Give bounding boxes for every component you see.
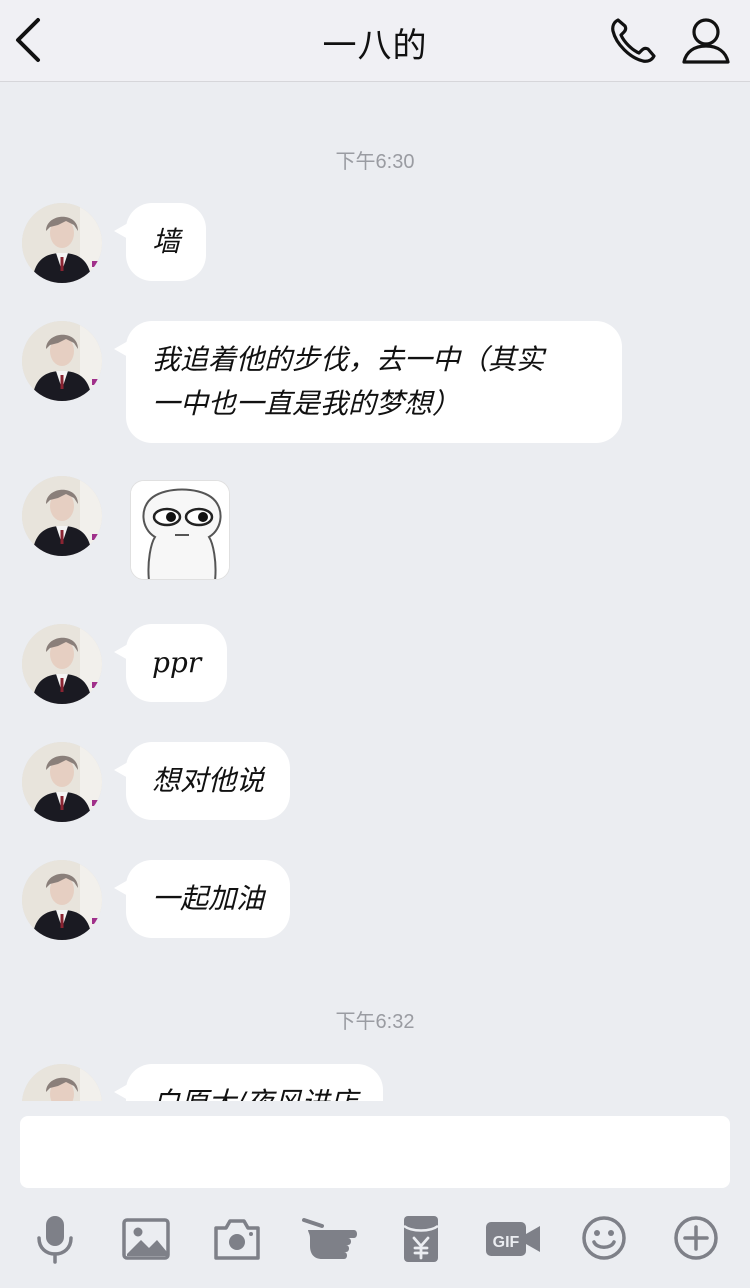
- image-icon[interactable]: [121, 1214, 171, 1264]
- plus-icon[interactable]: [672, 1214, 720, 1262]
- svg-text:GIF: GIF: [493, 1234, 520, 1251]
- chat-message-list[interactable]: 下午6:30 墙 我追着他的步伐，去一中（其实 一中也一直是我的梦想） ppr …: [0, 83, 750, 1101]
- gif-icon[interactable]: GIF: [484, 1214, 542, 1264]
- message-bubble[interactable]: 白原大/夜风进店: [113, 1064, 384, 1101]
- person-icon[interactable]: [680, 14, 732, 68]
- message-line: 一中也一直是我的梦想）: [152, 387, 461, 420]
- message-bubble[interactable]: 墙: [113, 203, 207, 281]
- message-bubble[interactable]: 想对他说: [113, 742, 291, 820]
- avatar[interactable]: [22, 1064, 102, 1101]
- meme-face-sticker[interactable]: [130, 480, 230, 580]
- message-bubble[interactable]: ppr: [113, 624, 228, 702]
- timestamp: 下午6:32: [335, 1011, 415, 1033]
- avatar[interactable]: [22, 860, 102, 940]
- camera-icon[interactable]: [212, 1214, 262, 1264]
- avatar[interactable]: [22, 476, 102, 556]
- avatar[interactable]: [22, 203, 102, 283]
- phone-icon[interactable]: [606, 14, 660, 68]
- avatar[interactable]: [22, 624, 102, 704]
- avatar[interactable]: [22, 742, 102, 822]
- red-packet-icon[interactable]: [396, 1214, 446, 1264]
- emoji-icon[interactable]: [580, 1214, 628, 1262]
- input-bar: GIF: [0, 1101, 750, 1288]
- chat-header: 一八的: [0, 0, 750, 82]
- message-bubble[interactable]: 我追着他的步伐，去一中（其实 一中也一直是我的梦想）: [114, 321, 622, 443]
- avatar[interactable]: [22, 321, 102, 401]
- message-input[interactable]: [20, 1116, 730, 1188]
- poke-hand-icon[interactable]: [298, 1214, 360, 1264]
- message-bubble[interactable]: 一起加油: [113, 860, 291, 938]
- timestamp: 下午6:30: [335, 151, 415, 173]
- microphone-icon[interactable]: [30, 1214, 80, 1264]
- message-line: 我追着他的步伐，去一中（其实: [152, 343, 545, 376]
